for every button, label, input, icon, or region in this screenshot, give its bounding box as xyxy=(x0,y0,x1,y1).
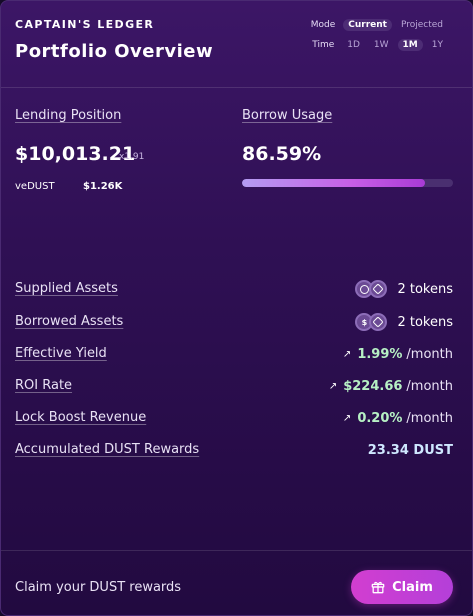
mode-toggle: Mode Current Projected xyxy=(311,17,448,32)
supplied-assets-value: 2 tokens xyxy=(397,281,453,297)
effective-yield-value: 1.99% xyxy=(357,346,403,362)
lending-position-label[interactable]: Lending Position xyxy=(15,108,121,123)
time-option-1w[interactable]: 1W xyxy=(369,39,394,51)
lock-boost-label[interactable]: Lock Boost Revenue xyxy=(15,410,146,425)
eyebrow-title: CAPTAIN'S LEDGER xyxy=(15,18,155,31)
dust-rewards-label[interactable]: Accumulated DUST Rewards xyxy=(15,442,199,457)
supplied-token-icons xyxy=(355,280,388,298)
arrow-up-right-icon: ↗ xyxy=(328,380,338,392)
claim-button[interactable]: Claim xyxy=(351,570,453,604)
borrowed-assets-value: 2 tokens xyxy=(397,314,453,330)
borrowed-assets-row: Borrowed Assets $ 2 tokens xyxy=(15,312,453,332)
borrow-usage-fill xyxy=(242,179,425,187)
claim-button-label: Claim xyxy=(392,579,433,595)
gift-icon xyxy=(371,581,385,594)
effective-yield-unit: /month xyxy=(406,346,453,362)
supplied-assets-label[interactable]: Supplied Assets xyxy=(15,281,118,296)
time-option-1d[interactable]: 1D xyxy=(342,39,365,51)
lock-boost-row: Lock Boost Revenue ↗ 0.20% /month xyxy=(15,408,453,428)
mode-option-projected[interactable]: Projected xyxy=(396,19,448,31)
roi-rate-unit: /month xyxy=(406,378,453,394)
card-footer: Claim your DUST rewards Claim xyxy=(1,550,472,615)
roi-rate-row: ROI Rate ↗ $224.66 /month xyxy=(15,376,453,396)
arrow-up-right-icon: ↗ xyxy=(342,348,352,360)
roi-rate-label[interactable]: ROI Rate xyxy=(15,378,72,393)
claim-prompt: Claim your DUST rewards xyxy=(15,580,182,595)
time-option-1m[interactable]: 1M xyxy=(397,38,423,51)
borrow-usage-value: 86.59% xyxy=(242,143,322,165)
supplied-assets-row: Supplied Assets 2 tokens xyxy=(15,279,453,299)
effective-yield-label[interactable]: Effective Yield xyxy=(15,346,107,361)
dust-rewards-row: Accumulated DUST Rewards 23.34 DUST xyxy=(15,440,453,460)
time-toggle: Time 1D 1W 1M 1Y xyxy=(312,37,448,52)
borrowed-assets-label[interactable]: Borrowed Assets xyxy=(15,314,123,329)
token-icon xyxy=(369,313,388,331)
token-icon xyxy=(369,280,388,298)
mode-label: Mode xyxy=(310,19,336,30)
borrow-usage-bar xyxy=(242,179,453,187)
vedust-label: veDUST xyxy=(15,181,55,192)
time-option-1y[interactable]: 1Y xyxy=(427,39,448,51)
lock-boost-value: 0.20% xyxy=(357,410,403,426)
roi-rate-value: $224.66 xyxy=(343,378,403,394)
vedust-value: $1.26K xyxy=(83,181,123,192)
time-label: Time xyxy=(312,39,335,50)
lending-multiplier: x1.91 xyxy=(119,152,145,162)
borrowed-token-icons: $ xyxy=(355,313,388,331)
lending-position-value: $10,013.21 xyxy=(15,143,136,165)
arrow-up-right-icon: ↗ xyxy=(342,412,352,424)
effective-yield-row: Effective Yield ↗ 1.99% /month xyxy=(15,344,453,364)
mode-option-current[interactable]: Current xyxy=(343,18,392,31)
page-title: Portfolio Overview xyxy=(15,41,214,62)
portfolio-card: CAPTAIN'S LEDGER Portfolio Overview Mode… xyxy=(0,0,473,616)
card-header: CAPTAIN'S LEDGER Portfolio Overview Mode… xyxy=(1,1,472,88)
lock-boost-unit: /month xyxy=(406,410,453,426)
borrow-usage-label[interactable]: Borrow Usage xyxy=(242,108,332,123)
dust-rewards-value: 23.34 DUST xyxy=(367,442,453,458)
